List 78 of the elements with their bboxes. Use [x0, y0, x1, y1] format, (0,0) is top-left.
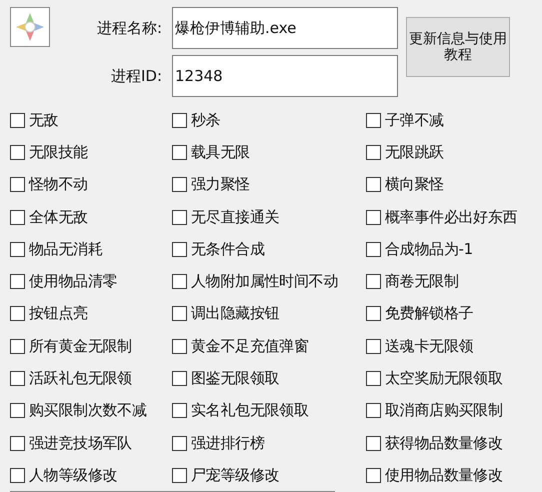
checkbox[interactable]: [366, 242, 381, 257]
checkbox[interactable]: [366, 306, 381, 322]
option-label: 活跃礼包无限领: [29, 369, 132, 388]
checkbox[interactable]: [366, 144, 381, 160]
checkbox[interactable]: [366, 210, 381, 225]
option-label: 免费解锁格子: [385, 304, 474, 324]
option-label: 购买限制次数不减: [29, 401, 147, 420]
checkbox[interactable]: [10, 177, 25, 192]
checkbox[interactable]: [366, 403, 381, 418]
option-label: 子弹不减: [385, 110, 444, 130]
option-label: 太空奖励无限领取: [385, 369, 503, 388]
checkbox[interactable]: [172, 112, 187, 128]
update-info-button[interactable]: 更新信息与使用教程: [406, 17, 510, 77]
app-logo-icon: [10, 7, 50, 47]
option-label: 全体无敌: [29, 208, 88, 227]
option-label: 物品无消耗: [29, 240, 103, 259]
option-label: 怪物不动: [29, 175, 88, 194]
checkbox[interactable]: [10, 403, 25, 418]
option-label: 黄金不足充值弹窗: [191, 336, 309, 356]
option-label: 无敌: [29, 110, 58, 130]
option-label: 强力聚怪: [191, 175, 250, 194]
option-label: 调出隐藏按钮: [191, 304, 280, 324]
checkbox[interactable]: [172, 371, 187, 386]
option-label: 载具无限: [191, 142, 250, 162]
option-label: 人物等级修改: [29, 466, 118, 485]
checkbox[interactable]: [172, 210, 187, 225]
process-name-field[interactable]: 爆枪伊博辅助.exe: [172, 7, 398, 49]
option-label: 送魂卡无限领: [385, 336, 474, 356]
checkbox[interactable]: [366, 371, 381, 386]
process-id-field[interactable]: 12348: [172, 55, 398, 97]
option-label: 合成物品为-1: [385, 240, 473, 259]
checkbox[interactable]: [10, 338, 25, 354]
option-label: 无尽直接通关: [191, 208, 280, 227]
checkbox[interactable]: [10, 306, 25, 322]
option-label: 横向聚怪: [385, 175, 444, 194]
option-label: 获得物品数量修改: [385, 434, 503, 453]
option-label: 秒杀: [191, 110, 220, 130]
option-label: 无限技能: [29, 142, 88, 162]
option-label: 强进排行榜: [191, 434, 265, 453]
option-label: 所有黄金无限制: [29, 336, 132, 356]
option-label: 使用物品数量修改: [385, 466, 503, 485]
option-label: 人物附加属性时间不动: [191, 272, 338, 292]
checkbox[interactable]: [10, 468, 25, 483]
checkbox[interactable]: [172, 403, 187, 418]
checkbox[interactable]: [366, 112, 381, 128]
option-label: 取消商店购买限制: [385, 401, 503, 420]
checkbox[interactable]: [366, 177, 381, 192]
option-label: 强进竞技场军队: [29, 434, 132, 453]
checkbox[interactable]: [172, 338, 187, 354]
process-name-label: 进程名称:: [96, 18, 162, 38]
checkbox[interactable]: [366, 468, 381, 483]
option-label: 按钮点亮: [29, 304, 88, 324]
checkbox[interactable]: [172, 468, 187, 483]
checkbox[interactable]: [172, 436, 187, 451]
checkbox[interactable]: [172, 177, 187, 192]
option-label: 使用物品清零: [29, 272, 118, 292]
option-label: 图鉴无限领取: [191, 369, 280, 388]
checkbox[interactable]: [366, 338, 381, 354]
checkbox[interactable]: [10, 112, 25, 128]
option-label: 概率事件必出好东西: [385, 208, 518, 227]
checkbox[interactable]: [10, 144, 25, 160]
option-label: 商卷无限制: [385, 272, 459, 292]
checkbox[interactable]: [10, 274, 25, 290]
option-label: 无条件合成: [191, 240, 265, 259]
checkbox[interactable]: [172, 242, 187, 257]
checkbox[interactable]: [10, 436, 25, 451]
checkbox[interactable]: [172, 274, 187, 290]
option-label: 无限跳跃: [385, 142, 444, 162]
process-id-label: 进程ID:: [110, 66, 162, 86]
checkbox[interactable]: [172, 144, 187, 160]
option-label: 实名礼包无限领取: [191, 401, 309, 420]
checkbox[interactable]: [172, 306, 187, 322]
checkbox[interactable]: [10, 242, 25, 257]
option-label: 尸宠等级修改: [191, 466, 280, 485]
checkbox[interactable]: [366, 274, 381, 290]
checkbox[interactable]: [10, 210, 25, 225]
checkbox[interactable]: [366, 436, 381, 451]
checkbox[interactable]: [10, 371, 25, 386]
